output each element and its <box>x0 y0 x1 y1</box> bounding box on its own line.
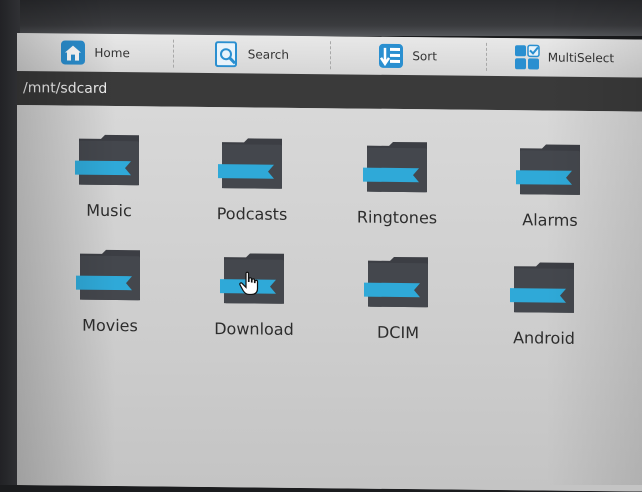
home-button[interactable]: Home <box>17 33 173 73</box>
search-button[interactable]: Search <box>173 35 329 75</box>
folder-music[interactable]: Music <box>54 130 164 220</box>
folder-alarms[interactable]: Alarms <box>495 140 605 230</box>
sort-icon <box>379 43 404 69</box>
folder-grid: Music Podcasts Ringtones Alarms Movies D… <box>17 105 642 492</box>
hand-pointer-cursor-icon <box>239 271 259 296</box>
search-label: Search <box>247 47 289 62</box>
folder-label: Music <box>86 200 132 221</box>
multiselect-button[interactable]: MultiSelect <box>486 38 642 78</box>
folder-dcim[interactable]: DCIM <box>343 252 453 342</box>
folder-icon <box>76 249 140 301</box>
folder-label: DCIM <box>376 322 419 343</box>
folder-icon <box>75 134 139 186</box>
search-icon <box>214 41 237 68</box>
monitor-bezel-top <box>0 0 642 36</box>
toolbar: Home Search Sort MultiSelect <box>17 33 642 78</box>
folder-podcasts[interactable]: Podcasts <box>197 134 307 224</box>
multiselect-label: MultiSelect <box>547 50 615 66</box>
folder-label: Download <box>214 319 294 339</box>
folder-android[interactable]: Android <box>489 258 599 348</box>
home-icon <box>61 40 86 65</box>
folder-label: Ringtones <box>356 207 438 228</box>
folder-movies[interactable]: Movies <box>55 245 165 335</box>
folder-label: Alarms <box>522 210 578 230</box>
folder-icon <box>363 141 427 193</box>
folder-label: Android <box>513 328 575 348</box>
home-label: Home <box>94 45 130 61</box>
sort-button[interactable]: Sort <box>330 36 486 76</box>
folder-icon <box>218 138 282 189</box>
folder-label: Movies <box>82 315 138 336</box>
folder-download[interactable]: Download <box>199 249 309 339</box>
file-manager-screen: Home Search Sort MultiSelect /mnt/sdcard… <box>17 33 642 492</box>
folder-icon <box>364 256 428 308</box>
folder-icon <box>516 144 580 195</box>
folder-label: Podcasts <box>216 204 288 224</box>
folder-icon <box>510 262 574 313</box>
folder-ringtones[interactable]: Ringtones <box>342 137 452 227</box>
multiselect-icon <box>514 44 540 70</box>
sort-label: Sort <box>412 49 437 64</box>
